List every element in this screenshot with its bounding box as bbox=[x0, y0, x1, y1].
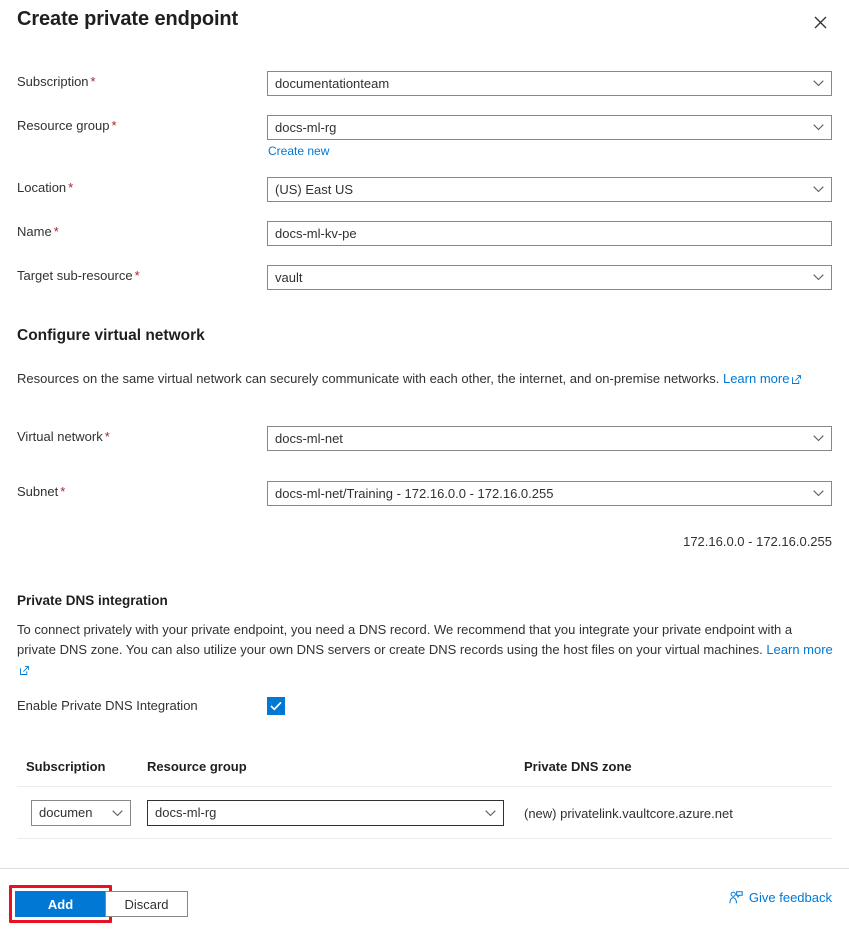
chevron-down-icon bbox=[104, 802, 130, 825]
virtual-network-value: docs-ml-net bbox=[275, 427, 805, 450]
virtual-network-select[interactable]: docs-ml-net bbox=[267, 426, 832, 451]
label-name: Name* bbox=[17, 224, 59, 239]
external-link-icon bbox=[792, 375, 801, 384]
row-resource-group-select[interactable]: docs-ml-rg bbox=[147, 800, 504, 826]
name-input[interactable]: docs-ml-kv-pe bbox=[267, 221, 832, 246]
vnet-learn-more-link[interactable]: Learn more bbox=[723, 371, 789, 386]
required-asterisk: * bbox=[54, 224, 59, 239]
required-asterisk: * bbox=[91, 74, 96, 89]
subscription-select[interactable]: documentationteam bbox=[267, 71, 832, 96]
row-resource-group-value: docs-ml-rg bbox=[155, 801, 477, 825]
chevron-down-icon bbox=[805, 427, 831, 450]
required-asterisk: * bbox=[105, 429, 110, 444]
give-feedback-button[interactable]: Give feedback bbox=[729, 890, 832, 905]
label-location: Location* bbox=[17, 180, 73, 195]
required-asterisk: * bbox=[135, 268, 140, 283]
blade-header: Create private endpoint bbox=[0, 0, 849, 52]
private-dns-zone-table: Subscription Resource group Private DNS … bbox=[17, 752, 832, 839]
dns-learn-more-link[interactable]: Learn more bbox=[766, 642, 832, 657]
table-header-row: Subscription Resource group Private DNS … bbox=[17, 752, 832, 787]
required-asterisk: * bbox=[112, 118, 117, 133]
target-sub-resource-value: vault bbox=[275, 266, 805, 289]
create-new-resource-group-link[interactable]: Create new bbox=[268, 144, 329, 158]
private-dns-integration-description: To connect privately with your private e… bbox=[17, 620, 833, 680]
chevron-down-icon bbox=[805, 72, 831, 95]
target-sub-resource-select[interactable]: vault bbox=[267, 265, 832, 290]
add-button-highlight: Add bbox=[9, 885, 112, 923]
enable-private-dns-checkbox[interactable] bbox=[267, 697, 285, 715]
vnet-description-text: Resources on the same virtual network ca… bbox=[17, 371, 719, 386]
label-resource-group: Resource group* bbox=[17, 118, 117, 133]
column-header-subscription: Subscription bbox=[26, 759, 105, 774]
required-asterisk: * bbox=[60, 484, 65, 499]
resource-group-select[interactable]: docs-ml-rg bbox=[267, 115, 832, 140]
column-header-resource-group: Resource group bbox=[147, 759, 247, 774]
feedback-person-icon bbox=[729, 891, 743, 905]
chevron-down-icon bbox=[805, 482, 831, 505]
chevron-down-icon bbox=[805, 266, 831, 289]
subscription-value: documentationteam bbox=[275, 72, 805, 95]
configure-virtual-network-description: Resources on the same virtual network ca… bbox=[17, 369, 833, 389]
location-select[interactable]: (US) East US bbox=[267, 177, 832, 202]
required-asterisk: * bbox=[68, 180, 73, 195]
give-feedback-label: Give feedback bbox=[749, 890, 832, 905]
subnet-select[interactable]: docs-ml-net/Training - 172.16.0.0 - 172.… bbox=[267, 481, 832, 506]
footer-bar: Add Discard Give feedback bbox=[0, 869, 849, 931]
page-title: Create private endpoint bbox=[17, 8, 238, 31]
label-target-sub-resource: Target sub-resource* bbox=[17, 268, 140, 283]
row-subscription-select[interactable]: documen bbox=[31, 800, 131, 826]
resource-group-value: docs-ml-rg bbox=[275, 116, 805, 139]
table-row: documen docs-ml-rg (new) privatelink.vau… bbox=[17, 787, 832, 839]
column-header-private-dns-zone: Private DNS zone bbox=[524, 759, 632, 774]
chevron-down-icon bbox=[805, 178, 831, 201]
dns-description-text: To connect privately with your private e… bbox=[17, 622, 792, 657]
external-link-icon bbox=[20, 666, 29, 675]
label-virtual-network: Virtual network* bbox=[17, 429, 110, 444]
location-value: (US) East US bbox=[275, 178, 805, 201]
configure-virtual-network-heading: Configure virtual network bbox=[17, 327, 205, 345]
label-subscription: Subscription* bbox=[17, 74, 96, 89]
private-dns-integration-heading: Private DNS integration bbox=[17, 593, 168, 608]
chevron-down-icon bbox=[805, 116, 831, 139]
subnet-address-range: 172.16.0.0 - 172.16.0.255 bbox=[0, 534, 832, 549]
name-value: docs-ml-kv-pe bbox=[275, 222, 831, 245]
row-private-dns-zone-value: (new) privatelink.vaultcore.azure.net bbox=[524, 806, 733, 821]
chevron-down-icon bbox=[477, 802, 503, 825]
enable-private-dns-label: Enable Private DNS Integration bbox=[17, 698, 198, 713]
row-subscription-value: documen bbox=[39, 801, 104, 825]
subnet-value: docs-ml-net/Training - 172.16.0.0 - 172.… bbox=[275, 482, 805, 505]
discard-button[interactable]: Discard bbox=[105, 891, 188, 917]
label-subnet: Subnet* bbox=[17, 484, 65, 499]
close-icon[interactable] bbox=[809, 11, 831, 33]
add-button[interactable]: Add bbox=[15, 891, 106, 917]
